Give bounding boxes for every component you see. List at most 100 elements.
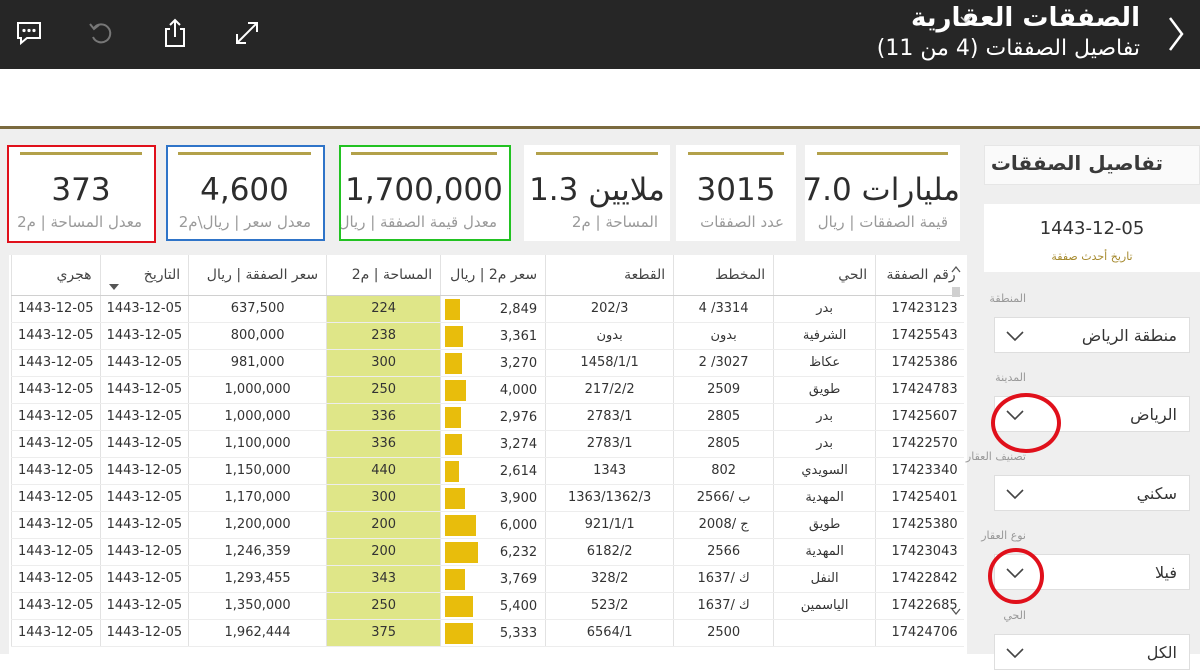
cell-date: 1443-12-05	[99, 484, 189, 512]
cell-deal-price: 1,350,000	[188, 592, 327, 620]
cell-area: 200	[326, 511, 441, 539]
price-bar	[445, 487, 466, 509]
cell-plan: 802	[673, 457, 774, 485]
expand-icon[interactable]	[232, 16, 262, 50]
col-header-hijri[interactable]: هجري	[11, 255, 101, 296]
cell-price-per-m2: 2,849	[440, 295, 546, 323]
table-row[interactable]: 17425380 طويق ج /2008 921/1/1 6,000 200 1,200,…	[11, 511, 964, 539]
cell-date: 1443-12-05	[99, 295, 189, 323]
cell-price-per-m2: 3,769	[440, 565, 546, 593]
cell-deal-price: 1,170,000	[188, 484, 327, 512]
kpi-value: 4,600	[200, 172, 289, 208]
table-row[interactable]: 17424783 طويق 2509 217/2/2 4,000 250 1,000,000…	[11, 376, 964, 404]
price-per-m2-text: 2,614	[499, 463, 538, 479]
col-header-price-per-m2[interactable]: سعر م2 | ريال	[440, 255, 546, 296]
cell-district: النفل	[773, 565, 876, 593]
cell-area: 336	[326, 403, 441, 431]
cell-deal-price: 637,500	[188, 295, 327, 323]
filter-label-property-type: نوع العقار	[981, 529, 1026, 542]
kpi-label: معدل سعر | ريال\م2	[178, 213, 311, 231]
chevron-right-icon[interactable]	[1166, 12, 1186, 60]
table-row[interactable]: 17423043 المهدية 2566 6182/2 6,232 200 1,246,3…	[11, 538, 964, 566]
filter-property-type-dropdown[interactable]: فيلا	[994, 554, 1190, 590]
filter-property-class-dropdown[interactable]: سكني	[994, 475, 1190, 511]
kpi-value: 373	[51, 172, 111, 208]
kpi-card-avg-price[interactable]: 4,600 معدل سعر | ريال\م2	[166, 145, 323, 241]
col-header-plot[interactable]: القطعة	[545, 255, 674, 296]
filter-district-dropdown[interactable]: الكل	[994, 634, 1190, 670]
price-bar	[445, 406, 462, 428]
table-row[interactable]: 17425401 المهدية ب /2566 1363/1362/3 3,900 30…	[11, 484, 964, 512]
filter-value: سكني	[1136, 484, 1177, 503]
table-row[interactable]: 17422842 النفل ك /1637 328/2 3,769 343 1,293,4…	[11, 565, 964, 593]
table-row[interactable]: 17425543 الشرفية بدون بدون 3,361 238 800,000 14…	[11, 322, 964, 350]
latest-date-value: 1443-12-05	[1039, 218, 1145, 239]
table-row[interactable]: 17423340 السويدي 802 1343 2,614 440 1,150,000 1…	[11, 457, 964, 485]
cell-plot: 217/2/2	[545, 376, 674, 404]
cell-district: المهدية	[773, 484, 876, 512]
cell-plan: 3314/ 4	[673, 295, 774, 323]
filter-city-dropdown[interactable]: الرياض	[994, 396, 1190, 432]
kpi-card-deal-count[interactable]: 3015 عدد الصفقات	[676, 145, 796, 241]
cell-date: 1443-12-05	[99, 565, 189, 593]
cell-date: 1443-12-05	[99, 430, 189, 458]
cell-area: 224	[326, 295, 441, 323]
cell-date: 1443-12-05	[99, 376, 189, 404]
title-dropdown-icon[interactable]	[959, 10, 973, 29]
kpi-label: عدد الصفقات	[700, 213, 784, 231]
kpi-accent-bar	[688, 152, 784, 155]
kpi-label: معدل قيمة الصفقة | ريال	[338, 213, 497, 231]
cell-plot: 2783/1	[545, 403, 674, 431]
kpi-value: ملايين 1.3	[529, 172, 665, 208]
table-row[interactable]: 17425607 بدر 2805 2783/1 2,976 336 1,000,000 14…	[11, 403, 964, 431]
cell-plot: 1363/1362/3	[545, 484, 674, 512]
col-header-deal-price[interactable]: سعر الصفقة | ريال	[188, 255, 327, 296]
table-row[interactable]: 17422685 الياسمين ك /1637 523/2 5,400 250 1,35…	[11, 592, 964, 620]
filter-label-city: المدينة	[995, 371, 1026, 384]
price-per-m2-text: 5,400	[499, 598, 538, 614]
kpi-label: معدل المساحة | م2	[17, 213, 142, 231]
table-row[interactable]: 17425386 عكاظ 3027/ 2 1458/1/1 3,270 300 981,0…	[11, 349, 964, 377]
cell-plot: 202/3	[545, 295, 674, 323]
table-scrollbar[interactable]	[951, 263, 961, 618]
cell-date: 1443-12-05	[99, 322, 189, 350]
col-header-district[interactable]: الحي	[773, 255, 876, 296]
cell-district: المهدية	[773, 538, 876, 566]
cell-plan: ب /2566	[673, 484, 774, 512]
cell-deal-price: 800,000	[188, 322, 327, 350]
kpi-card-total-value[interactable]: مليارات 7.0 قيمة الصفقات | ريال	[802, 145, 960, 241]
cell-plot: بدون	[545, 322, 674, 350]
col-header-area[interactable]: المساحة | م2	[326, 255, 441, 296]
filter-label-district: الحي	[1003, 609, 1026, 622]
cell-hijri: 1443-12-05	[11, 511, 101, 539]
col-header-plan[interactable]: المخطط	[673, 255, 774, 296]
kpi-card-avg-area[interactable]: 373 معدل المساحة | م2	[8, 145, 154, 241]
table-row[interactable]: 17422570 بدر 2805 2783/1 3,274 336 1,100,000 14…	[11, 430, 964, 458]
cell-area: 440	[326, 457, 441, 485]
cell-hijri: 1443-12-05	[11, 619, 101, 647]
report-title[interactable]: الصفقات العقارية	[911, 3, 1140, 33]
price-bar	[445, 352, 463, 374]
table-row[interactable]: 17424706 2500 6564/1 5,333 375 1,962,444 1443-…	[11, 619, 964, 647]
cell-area: 343	[326, 565, 441, 593]
undo-icon[interactable]	[86, 16, 116, 50]
kpi-card-avg-deal-value[interactable]: 1,700,000 معدل قيمة الصفقة | ريال	[339, 145, 509, 241]
cell-date: 1443-12-05	[99, 457, 189, 485]
cell-area: 250	[326, 592, 441, 620]
cell-date: 1443-12-05	[99, 619, 189, 647]
price-bar	[445, 541, 479, 563]
col-header-date[interactable]: التاريخ	[99, 255, 189, 296]
comment-icon[interactable]	[14, 16, 44, 50]
table-row[interactable]: 17423123 بدر 3314/ 4 202/3 2,849 224 637,500 14…	[11, 295, 964, 323]
share-icon[interactable]	[160, 16, 190, 50]
chevron-down-icon	[1005, 565, 1025, 584]
kpi-value: مليارات 7.0	[802, 172, 960, 208]
price-per-m2-text: 4,000	[499, 382, 538, 398]
deals-table-card: رقم الصفقة الحي المخطط القطعة سعر م2 | ريال ا…	[9, 255, 967, 654]
cell-date: 1443-12-05	[99, 592, 189, 620]
chevron-down-icon	[1005, 328, 1025, 347]
filter-region-dropdown[interactable]: منطقة الرياض	[994, 317, 1190, 353]
cell-district: طويق	[773, 376, 876, 404]
kpi-card-total-area[interactable]: ملايين 1.3 المساحة | م2	[524, 145, 670, 241]
price-bar	[445, 379, 467, 401]
